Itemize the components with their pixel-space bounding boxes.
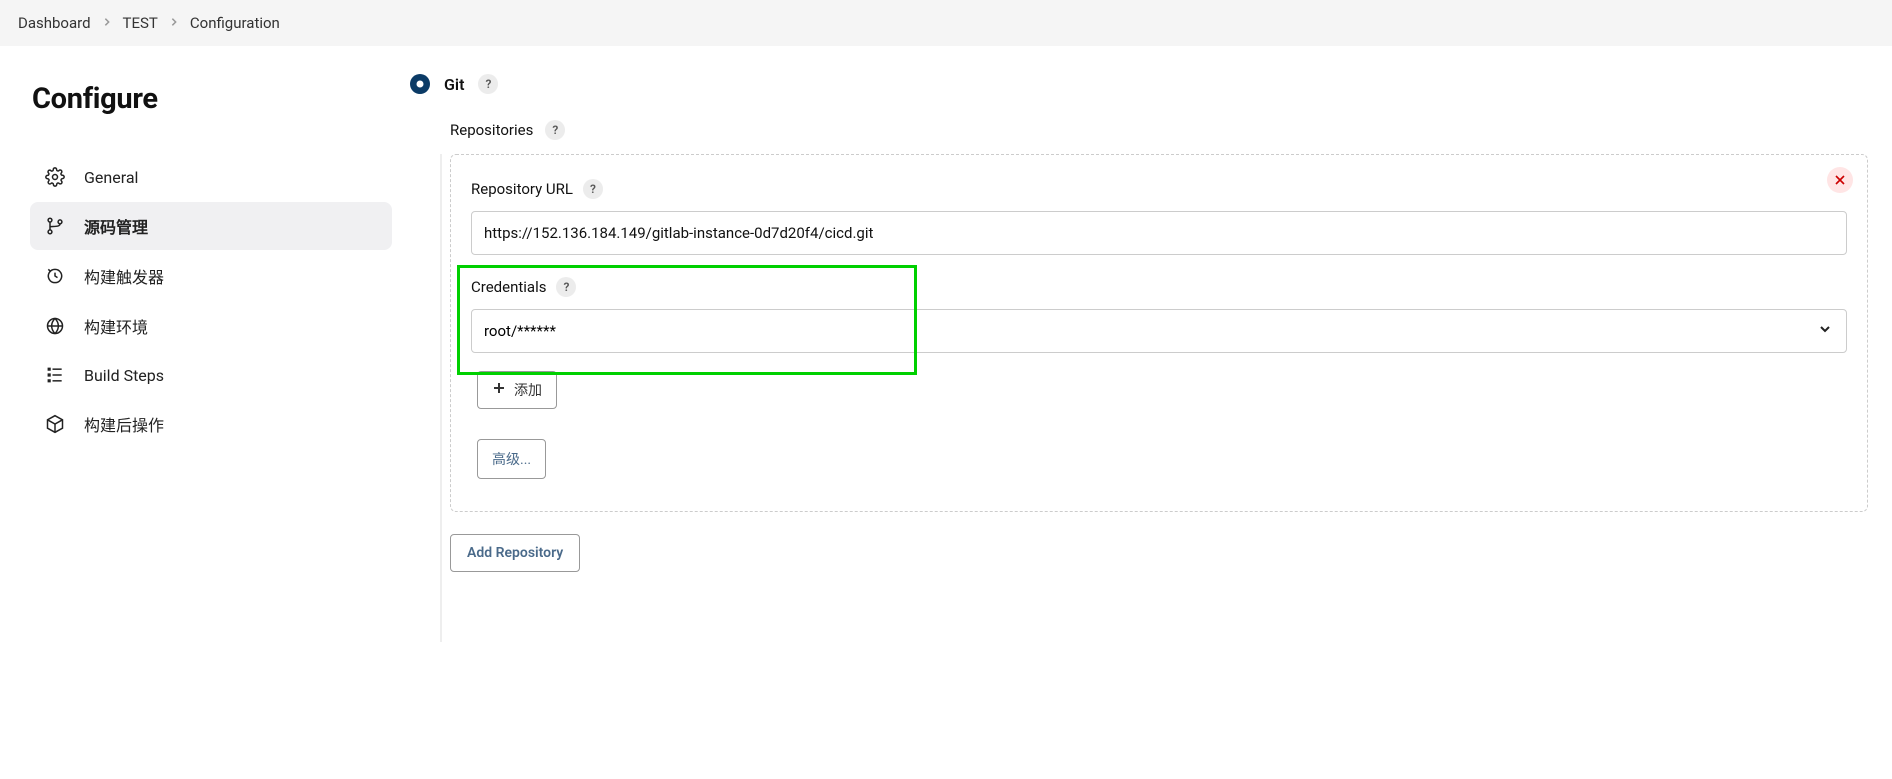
add-credentials-button[interactable]: 添加: [477, 371, 557, 409]
sidebar-item-label: General: [84, 168, 138, 187]
globe-icon: [44, 315, 66, 337]
help-icon[interactable]: ?: [478, 74, 498, 94]
breadcrumb-item-configuration[interactable]: Configuration: [190, 14, 280, 32]
add-repository-label: Add Repository: [467, 545, 563, 561]
advanced-button[interactable]: 高级...: [477, 439, 546, 479]
repository-url-input[interactable]: [471, 211, 1847, 255]
chevron-right-icon: [103, 17, 111, 29]
advanced-label: 高级...: [492, 449, 531, 469]
sidebar-item-label: 构建环境: [84, 314, 148, 338]
help-icon[interactable]: ?: [583, 179, 603, 199]
clock-icon: [44, 265, 66, 287]
chevron-right-icon: [170, 17, 178, 29]
repositories-label: Repositories: [450, 121, 533, 139]
sidebar: Configure General 源码管理 构建触发器: [0, 46, 410, 642]
help-icon[interactable]: ?: [545, 120, 565, 140]
sidebar-item-scm[interactable]: 源码管理: [30, 202, 392, 250]
gear-icon: [44, 166, 66, 188]
credentials-select[interactable]: root/******: [471, 309, 1847, 353]
breadcrumb-item-dashboard[interactable]: Dashboard: [18, 14, 91, 32]
sidebar-item-label: 构建触发器: [84, 264, 164, 288]
package-icon: [44, 413, 66, 435]
sidebar-item-general[interactable]: General: [30, 154, 392, 200]
sidebar-item-label: 构建后操作: [84, 412, 164, 436]
sidebar-item-env[interactable]: 构建环境: [30, 302, 392, 350]
plus-icon: [492, 381, 506, 399]
close-icon[interactable]: [1827, 167, 1853, 193]
repository-panel: Repository URL ? Credentials ? root/****…: [450, 154, 1868, 512]
sidebar-item-label: 源码管理: [84, 214, 148, 238]
content-area: Git ? Repositories ? Repository URL ?: [410, 46, 1892, 642]
radio-selected-icon[interactable]: [410, 74, 430, 94]
credentials-label: Credentials: [471, 278, 546, 296]
list-icon: [44, 364, 66, 386]
repository-url-label: Repository URL: [471, 180, 573, 198]
sidebar-item-label: Build Steps: [84, 366, 164, 385]
breadcrumb-item-test[interactable]: TEST: [123, 14, 158, 32]
git-option-label: Git: [444, 75, 464, 94]
sidebar-item-steps[interactable]: Build Steps: [30, 352, 392, 398]
git-branch-icon: [44, 215, 66, 237]
add-repository-button[interactable]: Add Repository: [450, 534, 580, 572]
page-title: Configure: [32, 82, 392, 116]
add-credentials-label: 添加: [514, 380, 542, 400]
help-icon[interactable]: ?: [556, 277, 576, 297]
sidebar-item-post[interactable]: 构建后操作: [30, 400, 392, 448]
breadcrumb: Dashboard TEST Configuration: [0, 0, 1892, 46]
sidebar-item-triggers[interactable]: 构建触发器: [30, 252, 392, 300]
